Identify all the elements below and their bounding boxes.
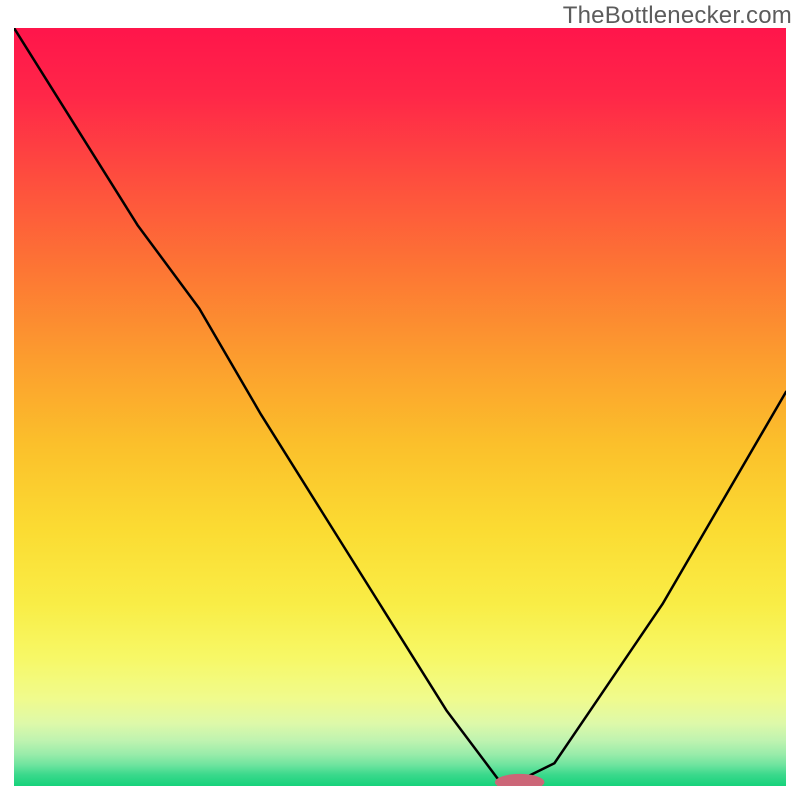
chart-container: TheBottlenecker.com — [0, 0, 800, 800]
watermark-text: TheBottlenecker.com — [563, 2, 792, 30]
gradient-background — [14, 28, 786, 786]
bottleneck-chart — [14, 28, 786, 786]
